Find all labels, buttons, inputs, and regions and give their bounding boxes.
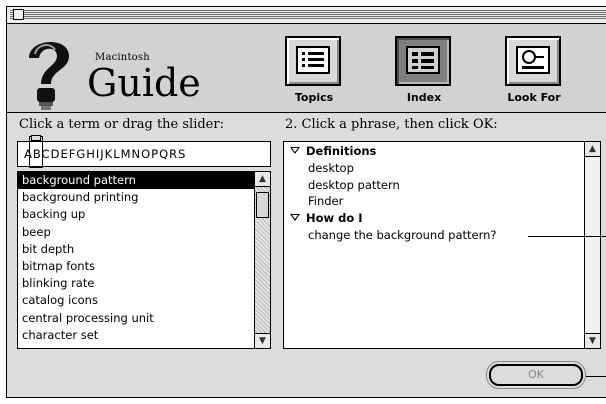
phrases-scrollbar[interactable]: ▲ ▼ xyxy=(584,142,600,348)
term-item[interactable]: character set xyxy=(18,327,254,344)
group-title: Definitions xyxy=(306,144,377,158)
scroll-thumb[interactable] xyxy=(256,192,269,218)
phrases-rows: Definitions desktop desktop pattern Find… xyxy=(284,142,584,348)
callout-line xyxy=(528,236,606,237)
scroll-down-arrow-icon[interactable]: ▼ xyxy=(585,333,600,348)
term-item[interactable]: background pattern xyxy=(18,172,254,190)
phrases-list: Definitions desktop desktop pattern Find… xyxy=(283,141,601,349)
topics-list-icon xyxy=(296,46,330,74)
scroll-up-arrow-icon[interactable]: ▲ xyxy=(255,172,270,187)
term-item[interactable]: bitmap fonts xyxy=(18,258,254,275)
index-frame xyxy=(395,36,451,86)
term-item[interactable]: bit depth xyxy=(18,241,254,258)
disclosure-triangle-icon[interactable] xyxy=(290,147,300,154)
slider-knob-icon[interactable] xyxy=(31,135,41,141)
phrase-item[interactable]: Finder xyxy=(284,193,584,210)
term-item[interactable]: background printing xyxy=(18,189,254,206)
phrase-item[interactable]: desktop xyxy=(284,160,584,177)
group-title: How do I xyxy=(306,211,363,226)
phrase-item[interactable]: desktop pattern xyxy=(284,177,584,194)
terms-scrollbar[interactable]: ▲ ▼ xyxy=(254,172,270,348)
look-for-button[interactable]: Look For xyxy=(497,36,571,106)
term-item[interactable]: blinking rate xyxy=(18,275,254,292)
term-item[interactable]: backing up xyxy=(18,206,254,223)
topics-frame xyxy=(285,36,341,86)
scroll-down-arrow-icon[interactable]: ▼ xyxy=(255,333,270,348)
term-item[interactable]: central processing unit xyxy=(18,310,254,327)
callout-line xyxy=(586,376,606,377)
right-instruction: 2. Click a phrase, then click OK: xyxy=(285,117,498,132)
title-bar-stripes xyxy=(10,10,606,19)
phrase-group-definitions[interactable]: Definitions xyxy=(284,143,584,160)
look-for-frame xyxy=(505,36,561,86)
guide-header: Macintosh Guide Topics Index Look For xyxy=(7,24,606,113)
look-for-label: Look For xyxy=(507,91,561,104)
phrase-group-how-do-i[interactable]: How do I xyxy=(284,210,584,227)
alphabet-letters: ABCDEFGHIJKLMNOPQRS xyxy=(24,147,187,161)
title-bar[interactable] xyxy=(7,7,606,24)
scroll-up-arrow-icon[interactable]: ▲ xyxy=(585,142,600,157)
index-label: Index xyxy=(406,91,442,104)
brand-title: Guide xyxy=(87,61,201,105)
ok-button[interactable]: OK xyxy=(489,364,583,386)
alphabet-strip[interactable]: ABCDEFGHIJKLMNOPQRS xyxy=(17,141,271,167)
term-item[interactable]: catalog icons xyxy=(18,292,254,309)
topics-label: Topics xyxy=(294,91,334,104)
index-list-icon xyxy=(406,46,440,74)
look-for-magnifier-icon xyxy=(516,46,550,74)
term-item[interactable]: beep xyxy=(18,224,254,241)
index-button[interactable]: Index xyxy=(387,36,461,106)
terms-list: background pattern background printing b… xyxy=(17,171,271,349)
terms-rows: background pattern background printing b… xyxy=(18,172,254,348)
topics-button[interactable]: Topics xyxy=(277,36,351,106)
question-mark-logo-icon xyxy=(29,41,69,110)
disclosure-triangle-icon[interactable] xyxy=(290,214,300,222)
close-box[interactable] xyxy=(13,9,24,20)
left-instruction: Click a term or drag the slider: xyxy=(19,117,224,132)
